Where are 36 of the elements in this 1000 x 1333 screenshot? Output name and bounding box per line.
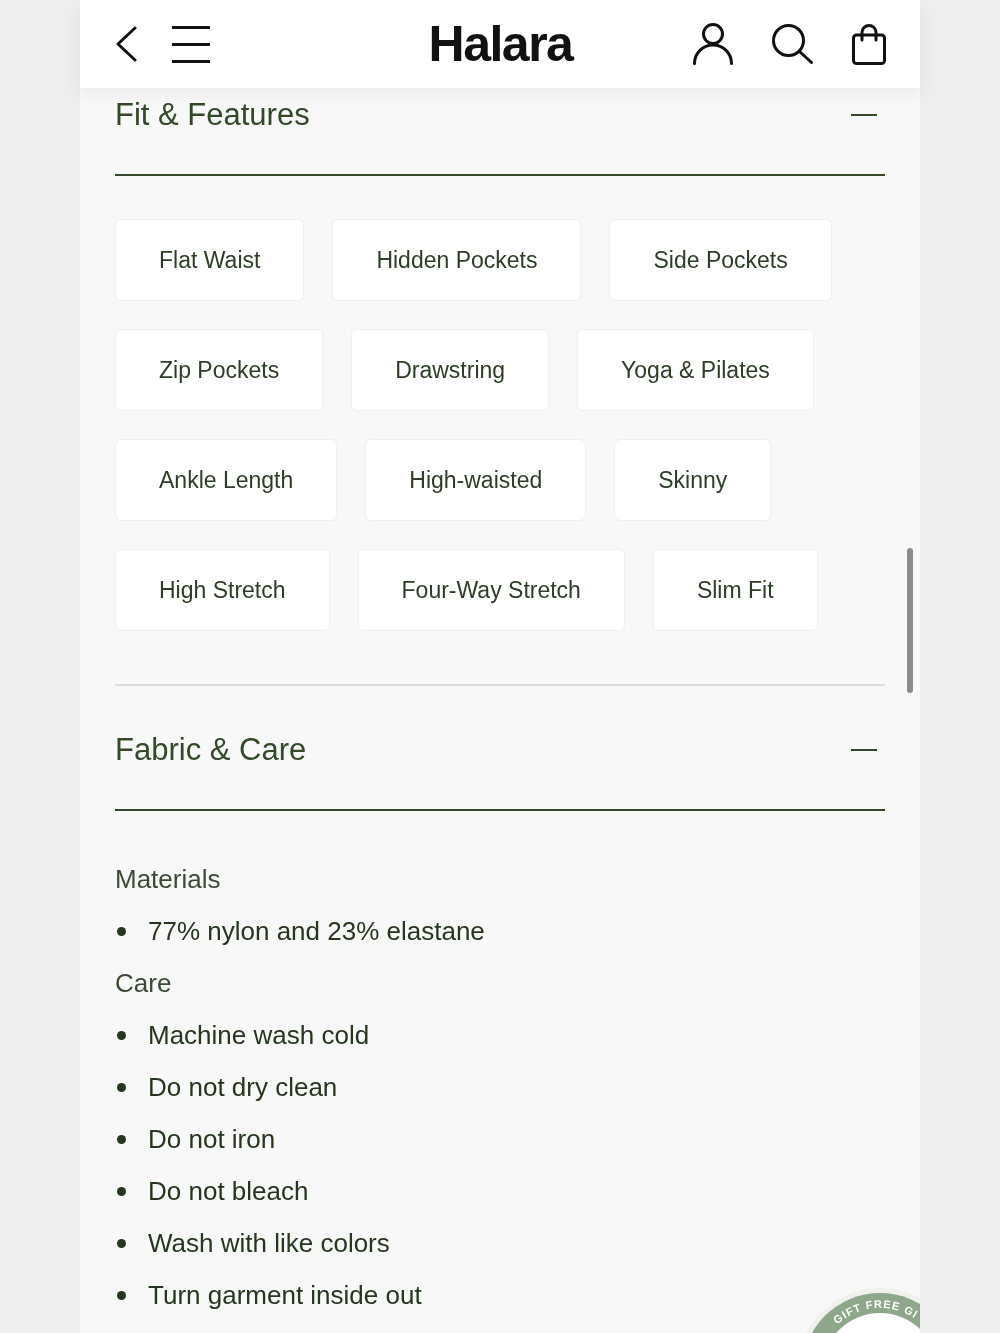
feature-tag: Slim Fit	[652, 549, 818, 631]
feature-tag: Zip Pockets	[115, 329, 324, 411]
feature-tag: Four-Way Stretch	[357, 549, 625, 631]
feature-tag: Drawstring	[351, 329, 550, 411]
feature-tag: Ankle Length	[115, 439, 338, 521]
detail-label: Care	[115, 966, 172, 1000]
search-icon[interactable]	[772, 24, 813, 64]
feature-tag: Yoga & Pilates	[577, 329, 814, 411]
bullet-icon	[117, 926, 126, 936]
feature-tag: Skinny	[614, 439, 772, 521]
detail-item: Do not iron	[148, 1122, 276, 1156]
detail-label: Materials	[115, 862, 221, 896]
feature-tag: High-waisted	[365, 439, 587, 521]
chevron-left-icon[interactable]	[115, 26, 137, 62]
bullet-icon	[117, 1290, 126, 1300]
bullet-icon	[117, 1186, 126, 1196]
bullet-icon	[117, 1238, 126, 1248]
section-title[interactable]: Fabric & Care	[115, 732, 307, 768]
logo[interactable]: Halara	[428, 16, 573, 72]
detail-item: 77% nylon and 23% elastane	[148, 914, 485, 948]
detail-item: Wash with like colors	[148, 1226, 390, 1260]
bullet-icon	[117, 1030, 126, 1040]
user-icon[interactable]	[693, 23, 733, 65]
detail-item: Do not bleach	[148, 1174, 309, 1208]
feature-tag: Flat Waist	[115, 219, 305, 301]
detail-item: Turn garment inside out	[148, 1278, 422, 1312]
feature-tag: Hidden Pockets	[332, 219, 582, 301]
feature-tag: Side Pockets	[609, 219, 832, 301]
section-title[interactable]: Fit & Features	[115, 97, 310, 133]
detail-item: Machine wash cold	[148, 1018, 370, 1052]
feature-tag: High Stretch	[115, 549, 330, 631]
shopping-bag-icon[interactable]	[852, 23, 886, 65]
bullet-icon	[117, 1082, 126, 1092]
menu-icon[interactable]	[172, 25, 210, 63]
bullet-icon	[117, 1134, 126, 1144]
detail-item: Do not dry clean	[148, 1070, 338, 1104]
